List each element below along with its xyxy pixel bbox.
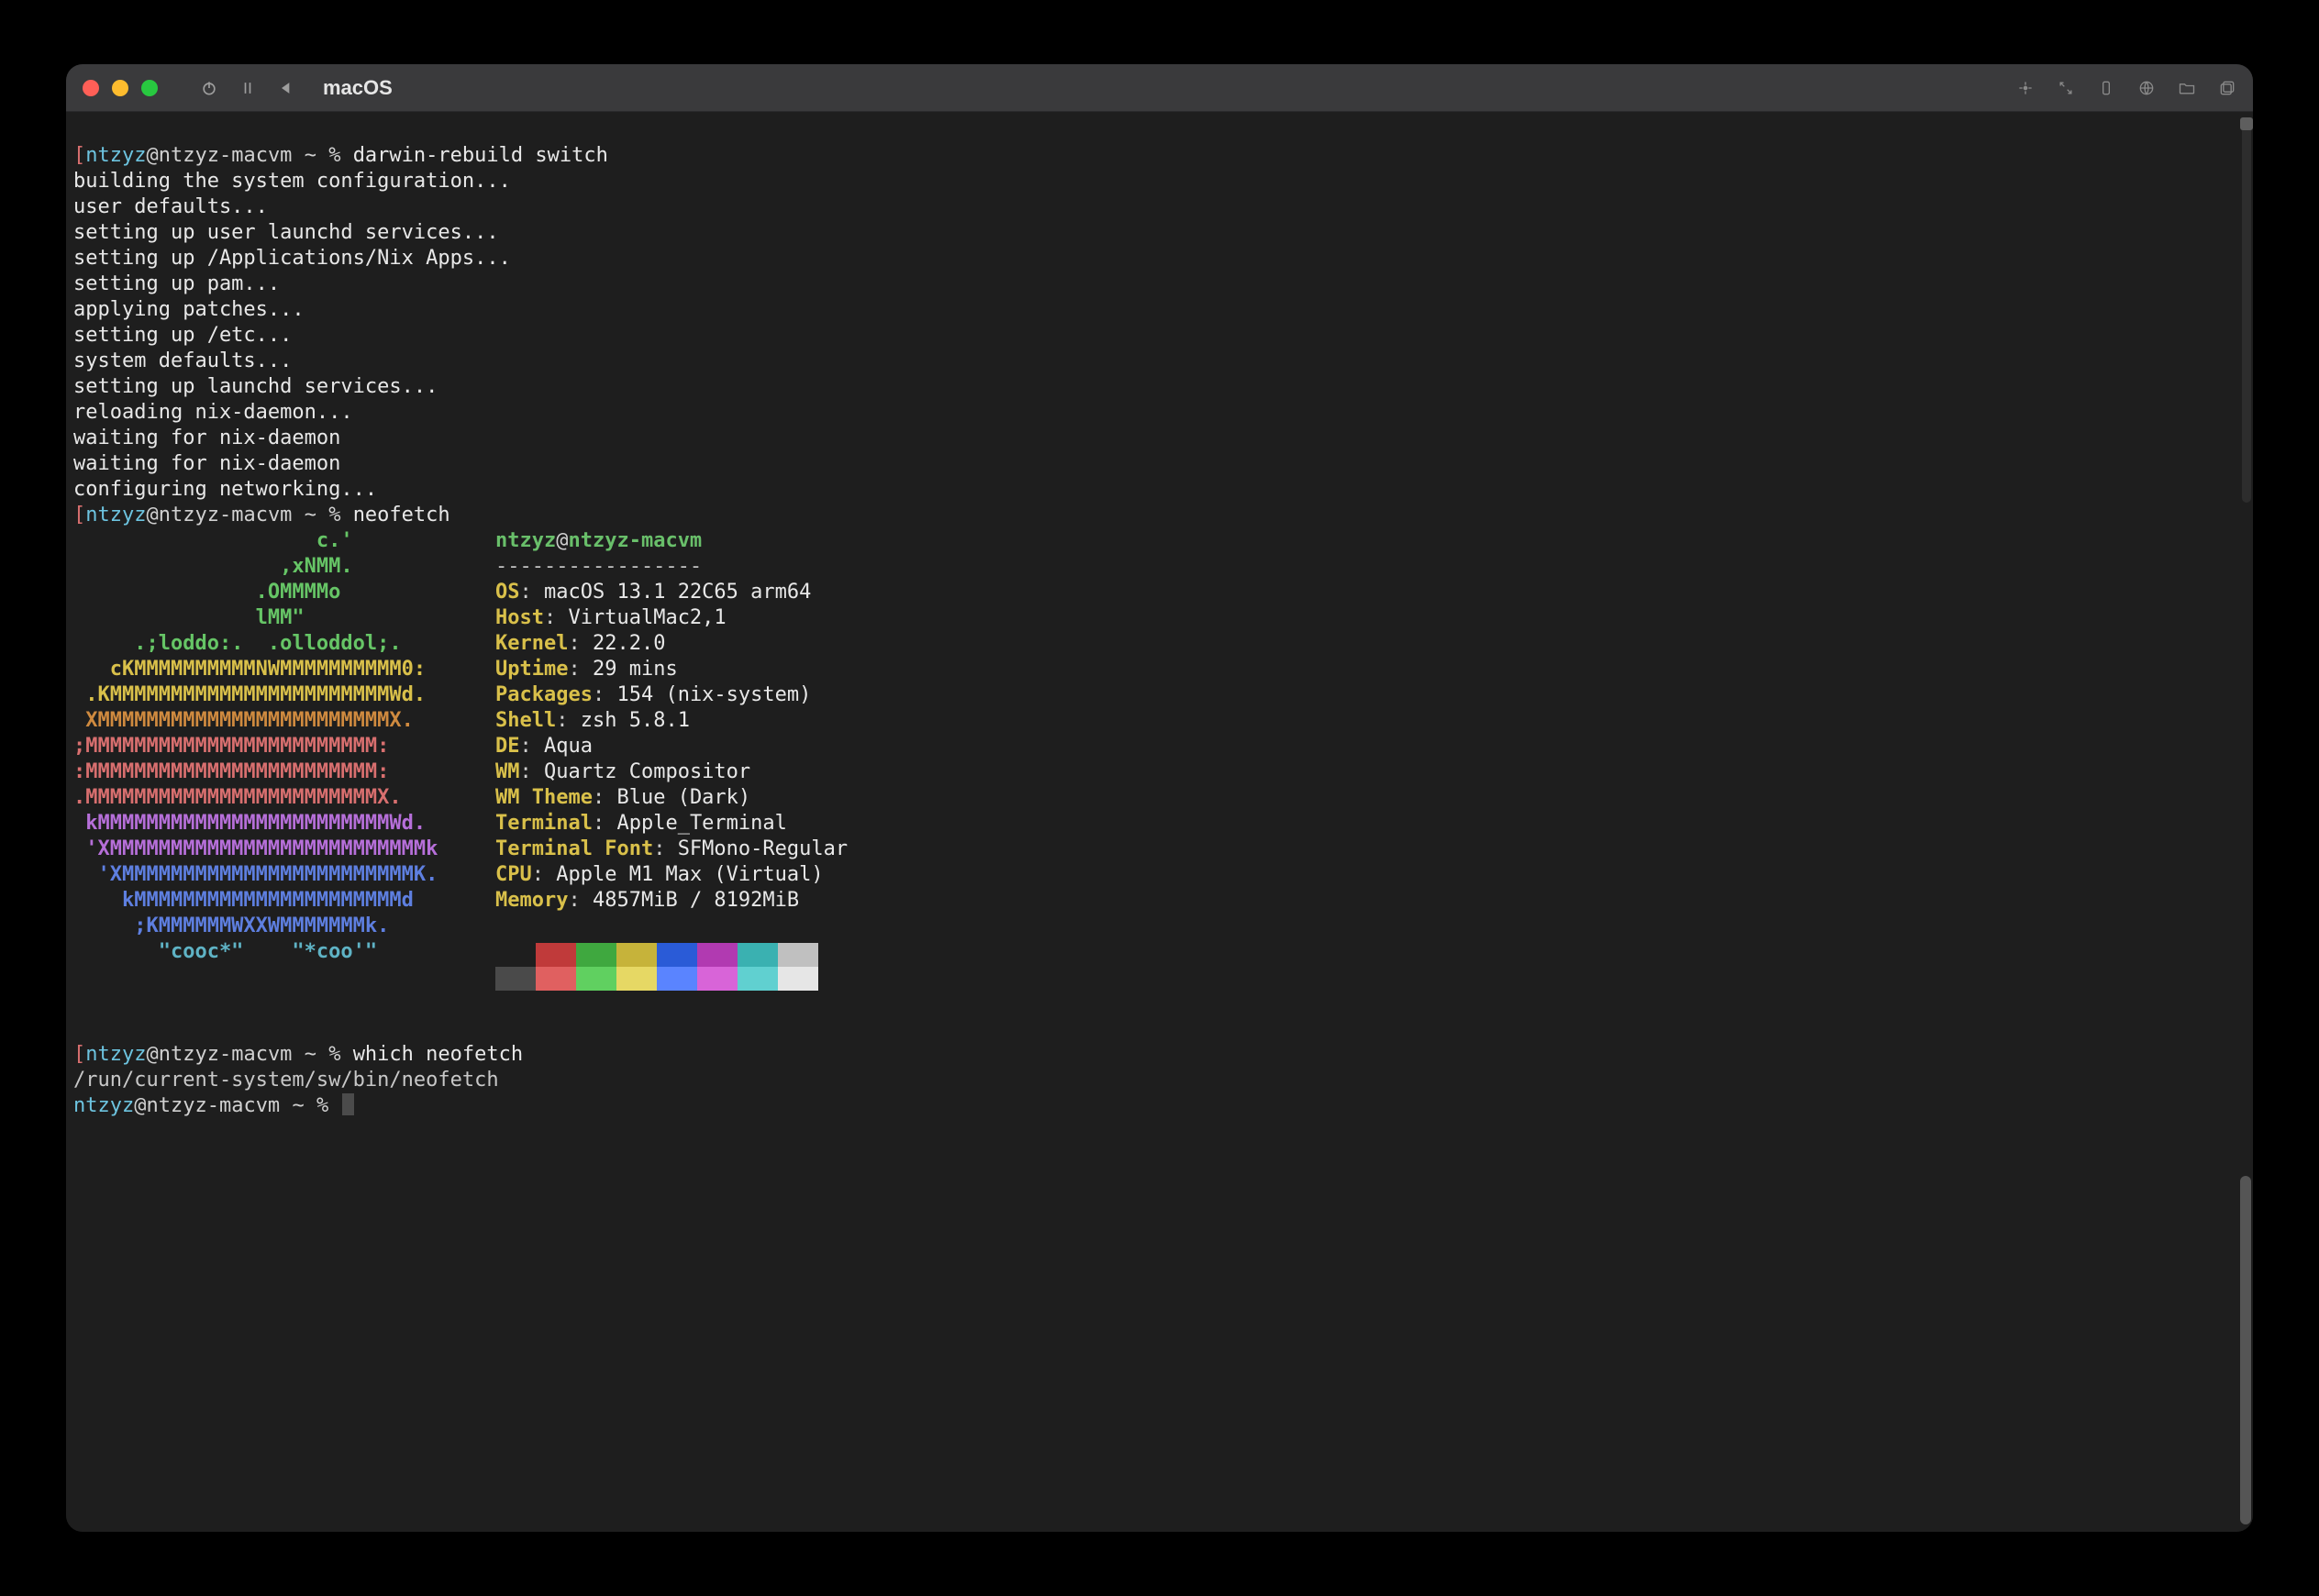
minimize-button[interactable] [112, 80, 128, 96]
windows-icon[interactable] [2218, 79, 2236, 97]
logo-row: XMMMMMMMMMMMMMMMMMMMMMMMMX. [73, 708, 495, 734]
logo-row: "cooc*" "*coo'" [73, 939, 495, 965]
logo-row: .MMMMMMMMMMMMMMMMMMMMMMMMX. [73, 785, 495, 811]
info-row: ----------------- [495, 554, 848, 580]
titlebar: macOS [66, 64, 2253, 112]
command-3: which neofetch [353, 1043, 523, 1066]
info-row: Host: VirtualMac2,1 [495, 605, 848, 631]
info-row: ntzyz@ntzyz-macvm [495, 528, 848, 554]
info-row: CPU: Apple M1 Max (Virtual) [495, 862, 848, 888]
pause-icon[interactable] [239, 79, 257, 97]
logo-row: .OMMMMo [73, 580, 495, 605]
scrollbar-thumb[interactable] [2240, 1176, 2251, 1524]
color-swatch [576, 967, 616, 991]
titlebar-right [2016, 79, 2236, 97]
info-row: Kernel: 22.2.0 [495, 631, 848, 657]
logo-row: .KMMMMMMMMMMMMMMMMMMMMMMMWd. [73, 682, 495, 708]
info-row: Packages: 154 (nix-system) [495, 682, 848, 708]
command-1: darwin-rebuild switch [353, 144, 608, 167]
traffic-lights [83, 80, 158, 96]
logo-row: ;KMMMMMMWXXWMMMMMMMk. [73, 914, 495, 939]
power-icon[interactable] [200, 79, 218, 97]
info-row: WM Theme: Blue (Dark) [495, 785, 848, 811]
info-row: Uptime: 29 mins [495, 657, 848, 682]
terminal-area[interactable]: [ntzyz@ntzyz-macvm ~ % darwin-rebuild sw… [66, 112, 2253, 1532]
color-swatch [697, 943, 738, 967]
logo-row: kMMMMMMMMMMMMMMMMMMMMMMMMWd. [73, 811, 495, 837]
color-swatch [738, 967, 778, 991]
build-output: building the system configuration... use… [73, 169, 2246, 503]
color-swatch [616, 943, 657, 967]
color-swatch [778, 967, 818, 991]
color-swatch [657, 967, 697, 991]
neofetch-logo: c.' ,xNMM. .OMMMMo lMM" .;loddo:. .ollod… [73, 528, 495, 991]
cursor [342, 1093, 354, 1115]
info-row: Memory: 4857MiB / 8192MiB [495, 888, 848, 914]
expand-icon[interactable] [2057, 79, 2075, 97]
zoom-button[interactable] [141, 80, 158, 96]
neofetch-output: c.' ,xNMM. .OMMMMo lMM" .;loddo:. .ollod… [73, 528, 2246, 991]
info-row: DE: Aqua [495, 734, 848, 759]
neofetch-info: ntzyz@ntzyz-macvm-----------------OS: ma… [495, 528, 848, 991]
color-swatch [778, 943, 818, 967]
info-row: Terminal: Apple_Terminal [495, 811, 848, 837]
minimap-scroll[interactable] [2242, 117, 2251, 503]
logo-row: kMMMMMMMMMMMMMMMMMMMMMMd [73, 888, 495, 914]
color-swatch [697, 967, 738, 991]
logo-row: ,xNMM. [73, 554, 495, 580]
command-2: neofetch [353, 504, 450, 526]
logo-row: :MMMMMMMMMMMMMMMMMMMMMMMM: [73, 759, 495, 785]
which-output: /run/current-system/sw/bin/neofetch [73, 1069, 499, 1092]
color-swatch [576, 943, 616, 967]
color-swatch [495, 967, 536, 991]
color-swatches [495, 943, 848, 991]
logo-row: 'XMMMMMMMMMMMMMMMMMMMMMMMMMMk [73, 837, 495, 862]
info-row: Terminal Font: SFMono-Regular [495, 837, 848, 862]
back-icon[interactable] [277, 79, 295, 97]
close-button[interactable] [83, 80, 99, 96]
device-icon[interactable] [2097, 79, 2115, 97]
info-row: Shell: zsh 5.8.1 [495, 708, 848, 734]
color-swatch [738, 943, 778, 967]
info-row: OS: macOS 13.1 22C65 arm64 [495, 580, 848, 605]
color-swatch [657, 943, 697, 967]
terminal-window: macOS [ntzyz@ntzyz-macvm ~ % dar [66, 64, 2253, 1532]
color-swatch [536, 943, 576, 967]
logo-row: .;loddo:. .olloddol;. [73, 631, 495, 657]
color-swatch [536, 967, 576, 991]
logo-row: 'XMMMMMMMMMMMMMMMMMMMMMMMMK. [73, 862, 495, 888]
prompt-host: ntzyz-macvm [159, 144, 293, 167]
prompt-user: ntzyz [85, 144, 146, 167]
folder-icon[interactable] [2178, 79, 2196, 97]
info-row: WM: Quartz Compositor [495, 759, 848, 785]
color-swatch [616, 967, 657, 991]
logo-row: ;MMMMMMMMMMMMMMMMMMMMMMMM: [73, 734, 495, 759]
color-swatch [495, 943, 536, 967]
logo-row: lMM" [73, 605, 495, 631]
window-title: macOS [323, 76, 393, 100]
logo-row: cKMMMMMMMMMMNWMMMMMMMMMM0: [73, 657, 495, 682]
sparkle-icon[interactable] [2016, 79, 2035, 97]
terminal-output[interactable]: [ntzyz@ntzyz-macvm ~ % darwin-rebuild sw… [66, 112, 2253, 1532]
titlebar-controls [200, 79, 295, 97]
globe-icon[interactable] [2137, 79, 2156, 97]
logo-row: c.' [73, 528, 495, 554]
